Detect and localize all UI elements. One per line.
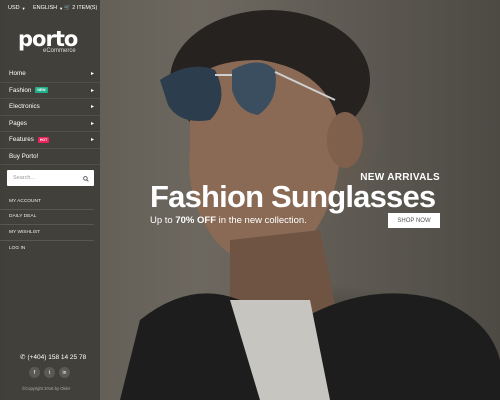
link-daily-deal[interactable]: DAILY DEAL: [0, 210, 94, 225]
main-nav: Home ▸ Fashion NEW ▸ Electronics ▸ Pages…: [0, 66, 100, 165]
account-links: MY ACCOUNT DAILY DEAL MY WISHLIST LOG IN: [0, 194, 100, 256]
phone-number: (+404) 158 14 25 78: [27, 353, 87, 361]
search-box: [7, 170, 94, 186]
chevron-right-icon: ▸: [90, 87, 94, 94]
currency-dropdown[interactable]: USD ▼: [8, 5, 26, 11]
chevron-right-icon: ▸: [90, 104, 94, 111]
hero-title: Fashion Sunglasses: [150, 179, 436, 214]
nav-item-buy-porto[interactable]: Buy Porto!: [0, 149, 100, 165]
tagline-prefix: Up to: [150, 215, 176, 226]
nav-item-label: Electronics: [9, 103, 40, 111]
facebook-icon[interactable]: f: [29, 367, 40, 378]
cart-count: 2 ITEM(S): [72, 5, 98, 11]
caret-down-icon: ▼: [21, 5, 26, 11]
nav-item-home[interactable]: Home ▸: [0, 66, 100, 83]
tagline-suffix: in the new collection.: [216, 215, 307, 226]
twitter-icon[interactable]: t: [44, 367, 55, 378]
logo-wordmark: porto: [18, 27, 78, 51]
linkedin-icon[interactable]: in: [59, 367, 70, 378]
link-my-account[interactable]: MY ACCOUNT: [0, 194, 94, 210]
chevron-right-icon: ▸: [90, 137, 94, 144]
nav-item-label: Fashion: [9, 86, 32, 94]
currency-label: USD: [8, 5, 20, 11]
nav-item-label: Buy Porto!: [9, 152, 39, 160]
chevron-right-icon: ▸: [90, 120, 94, 127]
link-log-in[interactable]: LOG IN: [0, 241, 94, 257]
hero-tagline: Up to 70% OFF in the new collection.: [150, 215, 307, 226]
nav-item-pages[interactable]: Pages ▸: [0, 116, 100, 132]
nav-item-fashion[interactable]: Fashion NEW ▸: [0, 83, 100, 99]
search-input[interactable]: [13, 175, 73, 181]
tagline-highlight: 70% OFF: [175, 215, 217, 226]
social-links: f t in: [29, 367, 70, 378]
phone-icon: ✆: [20, 354, 26, 361]
hot-badge: HOT: [37, 136, 50, 143]
logo[interactable]: porto eCommerce: [18, 27, 78, 55]
cart-button[interactable]: 🛒 2 ITEM(S): [64, 5, 97, 11]
search-icon[interactable]: [83, 169, 89, 187]
chevron-right-icon: ▸: [90, 71, 94, 78]
sidebar: USD ▼ ENGLISH ▼ 🛒 2 ITEM(S) porto eComme…: [0, 0, 100, 400]
shop-now-button[interactable]: SHOP NOW: [388, 213, 440, 228]
new-badge: NEW: [35, 87, 48, 94]
copyright: ©Copyright 2016 by Okler: [22, 386, 71, 391]
language-dropdown[interactable]: ENGLISH ▼: [33, 5, 63, 11]
logo-tagline: eCommerce: [43, 48, 76, 54]
nav-item-features[interactable]: Features HOT ▸: [0, 132, 100, 149]
nav-item-electronics[interactable]: Electronics ▸: [0, 99, 100, 116]
cart-icon: 🛒: [64, 5, 71, 11]
nav-item-label: Features: [9, 136, 34, 144]
nav-item-label: Home: [9, 70, 26, 78]
caret-down-icon: ▼: [59, 5, 64, 11]
contact-phone: ✆ (+404) 158 14 25 78: [20, 353, 87, 362]
language-label: ENGLISH: [33, 5, 58, 11]
link-my-wishlist[interactable]: MY WISHLIST: [0, 225, 94, 241]
topbar: USD ▼ ENGLISH ▼ 🛒 2 ITEM(S): [0, 0, 100, 20]
nav-item-label: Pages: [9, 119, 27, 127]
